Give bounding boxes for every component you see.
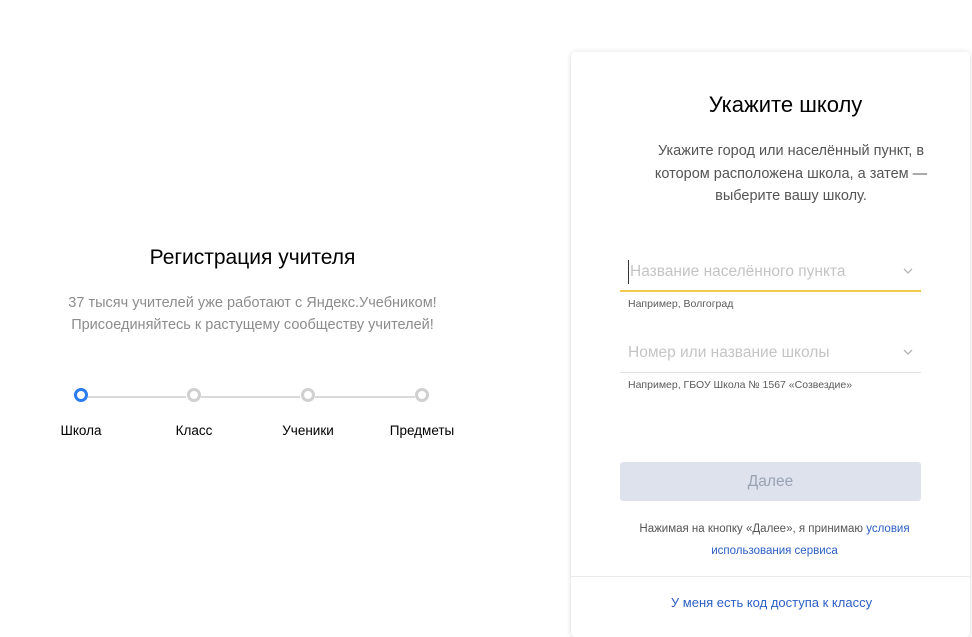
step-dot-subjects	[415, 388, 429, 402]
registration-description: 37 тысяч учителей уже работают с Яндекс.…	[20, 292, 485, 336]
school-input[interactable]	[628, 341, 888, 365]
step-connector	[315, 396, 415, 398]
registration-title: Регистрация учителя	[149, 246, 356, 269]
step-connector	[88, 396, 186, 398]
school-form-title: Укажите школу	[708, 92, 863, 117]
chevron-down-icon[interactable]	[901, 345, 915, 359]
step-dot-school	[74, 388, 88, 402]
step-connector	[201, 396, 300, 398]
step-dot-class	[187, 388, 201, 402]
school-form-description: Укажите город или населённый пункт, в ко…	[654, 143, 928, 204]
divider	[571, 576, 970, 577]
description-line-1: 37 тысяч учителей уже работают с Яндекс.…	[68, 295, 437, 311]
school-form-card: Укажите школу Укажите город или населённ…	[571, 52, 970, 637]
school-hint: Например, ГБОУ Школа № 1567 «Созвездие»	[628, 379, 853, 391]
step-label-class: Класс	[175, 423, 213, 438]
school-field[interactable]	[620, 335, 921, 373]
next-button[interactable]: Далее	[620, 462, 921, 501]
terms-notice: Нажимая на кнопку «Далее», я принимаю ус…	[620, 518, 921, 562]
city-input[interactable]	[628, 260, 890, 284]
access-code-link[interactable]: У меня есть код доступа к классу	[571, 595, 970, 610]
step-label-students: Ученики	[282, 423, 334, 438]
terms-text: Нажимая на кнопку «Далее», я принимаю	[639, 523, 867, 535]
city-field[interactable]	[620, 254, 921, 292]
registration-panel: Регистрация учителя 37 тысяч учителей уж…	[0, 0, 505, 637]
chevron-down-icon[interactable]	[901, 264, 915, 278]
step-dot-students	[301, 388, 315, 402]
step-label-subjects: Предметы	[389, 423, 455, 438]
step-label-school: Школа	[60, 423, 102, 438]
registration-stepper: Школа Класс Ученики Предметы	[0, 386, 505, 446]
city-hint: Например, Волгоград	[628, 298, 734, 310]
description-line-2: Присоединяйтесь к растущему сообществу у…	[71, 317, 434, 333]
